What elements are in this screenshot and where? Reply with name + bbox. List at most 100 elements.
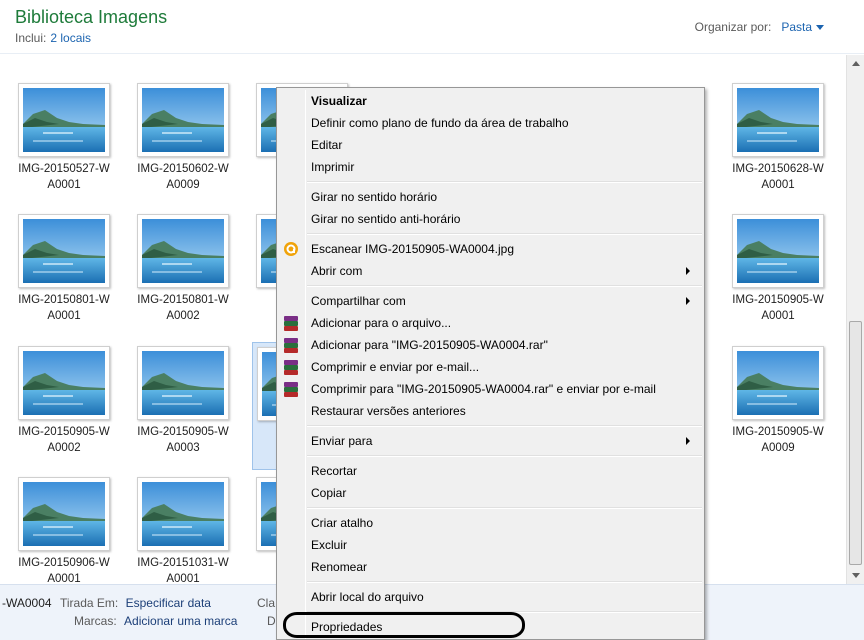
file-tile[interactable]: IMG-20150905-W A0002 [14, 342, 114, 470]
chevron-down-icon[interactable] [816, 25, 824, 31]
menu-item-cut[interactable]: Recortar [279, 460, 702, 482]
thumbnail[interactable] [137, 214, 229, 288]
menu-item-label: Criar atalho [311, 516, 374, 530]
thumbnail[interactable] [18, 214, 110, 288]
vertical-scrollbar[interactable] [846, 55, 864, 584]
thumbnail[interactable] [137, 83, 229, 157]
menu-item-visualizar[interactable]: Visualizar [279, 90, 702, 112]
menu-item-set-wallpaper[interactable]: Definir como plano de fundo da área de t… [279, 112, 702, 134]
menu-item-rotate-counterclockwise[interactable]: Girar no sentido anti-horário [279, 208, 702, 230]
menu-separator [307, 181, 702, 183]
tags-label: Marcas: [74, 614, 117, 628]
file-tile[interactable]: IMG-20151031-W A0001 [133, 473, 233, 584]
file-tile[interactable]: IMG-20150905-W A0009 [728, 342, 828, 470]
menu-item-add-to-archive[interactable]: Adicionar para o arquivo... [279, 312, 702, 334]
menu-item-open-file-location[interactable]: Abrir local do arquivo [279, 586, 702, 608]
submenu-arrow-icon [686, 267, 690, 275]
scroll-up-arrow-icon[interactable] [847, 55, 864, 72]
menu-item-create-shortcut[interactable]: Criar atalho [279, 512, 702, 534]
menu-item-scan[interactable]: Escanear IMG-20150905-WA0004.jpg [279, 238, 702, 260]
menu-item-compress-rar-email[interactable]: Comprimir para "IMG-20150905-WA0004.rar"… [279, 378, 702, 400]
thumbnail[interactable] [18, 346, 110, 420]
file-name-label: IMG-20150628-W A0001 [728, 161, 828, 193]
file-name-label: IMG-20150801-W A0001 [14, 292, 114, 324]
file-tile[interactable]: IMG-20150801-W A0001 [14, 210, 114, 338]
file-name-line1: IMG-20150905-W [137, 426, 229, 438]
menu-item-label: Imprimir [311, 160, 355, 174]
file-name-line1: IMG-20150602-W [137, 163, 229, 175]
file-tile[interactable]: IMG-20150602-W A0009 [133, 79, 233, 207]
menu-item-label: Renomear [311, 560, 368, 574]
menu-item-editar[interactable]: Editar [279, 134, 702, 156]
file-tile[interactable]: IMG-20150905-W A0003 [133, 342, 233, 470]
arrange-by: Organizar por: Pasta [695, 20, 824, 34]
thumbnail[interactable] [18, 83, 110, 157]
menu-item-imprimir[interactable]: Imprimir [279, 156, 702, 178]
winrar-icon [283, 315, 299, 331]
landscape-thumbnail-icon [23, 351, 105, 415]
scroll-thumb[interactable] [849, 321, 862, 565]
file-tile[interactable]: IMG-20150801-W A0002 [133, 210, 233, 338]
details-filename-text: -WA0004 [2, 596, 52, 610]
winrar-icon [283, 381, 299, 397]
file-name-line1: IMG-20150628-W [732, 163, 824, 175]
file-name-label: IMG-20151031-W A0001 [133, 555, 233, 584]
menu-item-label: Girar no sentido horário [311, 190, 438, 204]
file-tile[interactable]: IMG-20150905-W A0001 [728, 210, 828, 338]
file-name-line1: IMG-20151031-W [137, 557, 229, 569]
tags-value-field[interactable]: Adicionar uma marca [124, 614, 237, 628]
menu-item-label: Adicionar para o arquivo... [311, 316, 452, 330]
menu-item-label: Comprimir para "IMG-20150905-WA0004.rar"… [311, 382, 656, 396]
file-name-line1: IMG-20150905-W [732, 426, 824, 438]
menu-item-open-with[interactable]: Abrir com [279, 260, 702, 282]
menu-item-label: Abrir local do arquivo [311, 590, 424, 604]
file-name-line1: IMG-20150801-W [18, 294, 110, 306]
file-name-label: IMG-20150905-W A0002 [14, 424, 114, 456]
arrange-by-dropdown[interactable]: Pasta [781, 20, 812, 34]
landscape-thumbnail-icon [23, 88, 105, 152]
menu-item-rotate-clockwise[interactable]: Girar no sentido horário [279, 186, 702, 208]
details-taken-row: Tirada Em: Especificar data [60, 596, 211, 610]
menu-item-label: Editar [311, 138, 343, 152]
menu-item-label: Enviar para [311, 434, 373, 448]
menu-item-share-with[interactable]: Compartilhar com [279, 290, 702, 312]
menu-item-rename[interactable]: Renomear [279, 556, 702, 578]
menu-separator [307, 425, 702, 427]
thumbnail[interactable] [137, 346, 229, 420]
includes-locations-link[interactable]: 2 locais [50, 31, 91, 45]
menu-separator [307, 455, 702, 457]
thumbnail[interactable] [732, 83, 824, 157]
landscape-thumbnail-icon [142, 351, 224, 415]
menu-item-send-to[interactable]: Enviar para [279, 430, 702, 452]
taken-value-field[interactable]: Especificar data [126, 596, 211, 610]
menu-separator [307, 285, 702, 287]
menu-item-restore-versions[interactable]: Restaurar versões anteriores [279, 400, 702, 422]
file-name-line1: IMG-20150527-W [18, 163, 110, 175]
winrar-icon [283, 359, 299, 375]
file-tile[interactable]: IMG-20150906-W A0001 [14, 473, 114, 584]
context-menu: Visualizar Definir como plano de fundo d… [276, 87, 705, 640]
menu-item-copy[interactable]: Copiar [279, 482, 702, 504]
menu-item-label: Copiar [311, 486, 347, 500]
details-filename: -WA0004 [2, 596, 52, 610]
scroll-down-arrow-icon[interactable] [847, 567, 864, 584]
menu-item-add-to-rar[interactable]: Adicionar para "IMG-20150905-WA0004.rar" [279, 334, 702, 356]
landscape-thumbnail-icon [737, 219, 819, 283]
thumbnail[interactable] [732, 214, 824, 288]
file-tile[interactable]: IMG-20150628-W A0001 [728, 79, 828, 207]
library-title: Biblioteca Imagens [15, 7, 168, 27]
winrar-icon [283, 337, 299, 353]
file-name-line2: A0001 [761, 179, 795, 191]
thumbnail[interactable] [732, 346, 824, 420]
scan-icon [284, 242, 298, 256]
menu-item-delete[interactable]: Excluir [279, 534, 702, 556]
menu-item-compress-email[interactable]: Comprimir e enviar por e-mail... [279, 356, 702, 378]
file-tile[interactable]: IMG-20150527-W A0001 [14, 79, 114, 207]
file-name-label: IMG-20150905-W A0001 [728, 292, 828, 324]
thumbnail[interactable] [137, 477, 229, 551]
file-name-label: IMG-20150906-W A0001 [14, 555, 114, 584]
submenu-arrow-icon [686, 437, 690, 445]
thumbnail[interactable] [18, 477, 110, 551]
menu-item-label: Comprimir e enviar por e-mail... [311, 360, 480, 374]
file-name-line2: A0009 [761, 442, 795, 454]
